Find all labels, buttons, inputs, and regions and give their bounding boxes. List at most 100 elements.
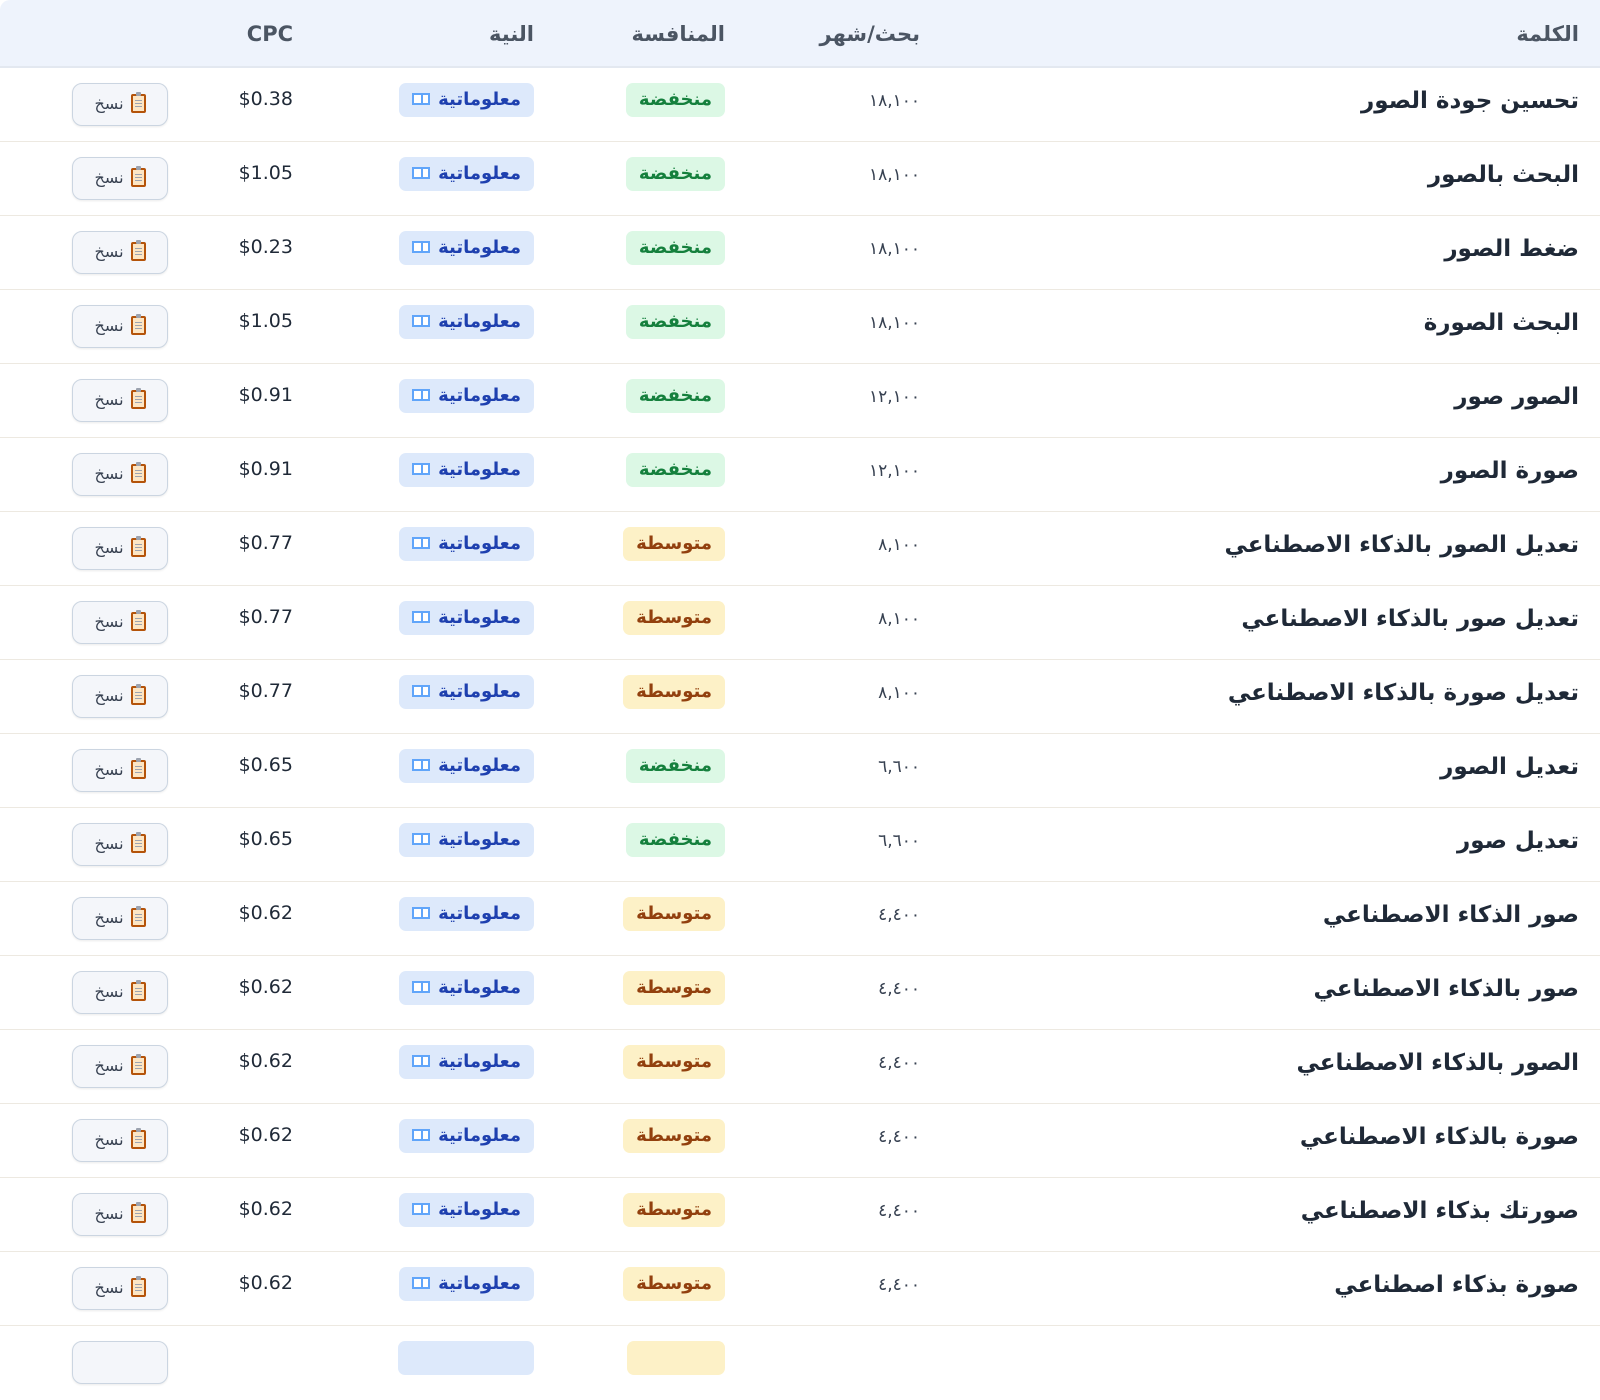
book-icon [412,463,431,475]
table-row: تعديل صور بالذكاء الاصطناعي ٨,١٠٠ متوسطة مع… [0,586,1600,660]
cpc-cell: $0.62 [238,1050,293,1072]
book-icon [412,93,431,105]
table-row: صورتك بذكاء الاصطناعي ٤,٤٠٠ متوسطة معلوماتي… [0,1178,1600,1252]
clipboard-icon [130,388,146,409]
copy-button[interactable]: نسخ [72,1119,168,1162]
competition-badge: متوسطة [623,1193,725,1227]
cpc-cell: $0.77 [238,680,293,702]
volume-cell: ٤,٤٠٠ [878,905,920,925]
clipboard-icon [130,166,146,187]
header-intent[interactable]: النية [489,0,534,68]
copy-button[interactable]: نسخ [72,675,168,718]
copy-button[interactable]: نسخ [72,749,168,792]
copy-button[interactable]: نسخ [72,823,168,866]
competition-badge: منخفضة [625,823,725,857]
intent-label: معلوماتية [438,1125,521,1146]
keyword-cell: تعديل صور بالذكاء الاصطناعي [1241,606,1579,632]
copy-button[interactable]: نسخ [72,527,168,570]
cpc-cell: $0.38 [238,88,293,110]
copy-button[interactable]: نسخ [72,305,168,348]
table-row: صورة الصور ١٢,١٠٠ منخفضة معلوماتية $0.91 نسخ [0,438,1600,512]
intent-badge: معلوماتية [399,83,534,117]
volume-cell: ١٨,١٠٠ [868,91,920,111]
copy-button[interactable]: نسخ [72,971,168,1014]
header-competition[interactable]: المنافسة [632,0,725,68]
copy-button[interactable]: نسخ [72,157,168,200]
volume-cell: ١٨,١٠٠ [868,239,920,259]
copy-label: نسخ [94,1278,124,1297]
copy-button[interactable]: نسخ [72,231,168,274]
table-row: صور بالذكاء الاصطناعي ٤,٤٠٠ متوسطة معلوماتي… [0,956,1600,1030]
clipboard-icon [130,906,146,927]
table-row: صور الذكاء الاصطناعي ٤,٤٠٠ متوسطة معلوماتية… [0,882,1600,956]
copy-label: نسخ [94,908,124,927]
cpc-cell: $0.91 [238,458,293,480]
copy-button[interactable]: نسخ [72,453,168,496]
clipboard-icon [130,1276,146,1297]
keyword-cell: الصور صور [1454,384,1579,410]
keyword-cell: تحسين جودة الصور [1361,88,1579,114]
intent-label: معلوماتية [438,977,521,998]
intent-badge: معلوماتية [399,231,534,265]
book-icon [412,759,431,771]
copy-button[interactable]: نسخ [72,83,168,126]
competition-badge: متوسطة [623,1045,725,1079]
intent-badge: معلوماتية [399,823,534,857]
header-volume[interactable]: بحث/شهر [820,0,921,68]
copy-button[interactable]: نسخ [72,1267,168,1310]
intent-label: معلوماتية [438,903,521,924]
clipboard-icon [130,314,146,335]
copy-button[interactable]: نسخ [72,379,168,422]
competition-badge: منخفضة [625,83,725,117]
competition-badge: متوسطة [623,971,725,1005]
table-row: تعديل صورة بالذكاء الاصطناعي ٨,١٠٠ متوسطة م… [0,660,1600,734]
volume-cell: ١٨,١٠٠ [868,313,920,333]
intent-badge: معلوماتية [399,305,534,339]
table-row: الصور بالذكاء الاصطناعي ٤,٤٠٠ متوسطة معلوما… [0,1030,1600,1104]
cpc-cell: $0.62 [238,1272,293,1294]
book-icon [412,537,431,549]
copy-label: نسخ [94,168,124,187]
intent-badge: معلوماتية [399,601,534,635]
clipboard-icon [130,92,146,113]
intent-label: معلوماتية [438,163,521,184]
intent-label: معلوماتية [438,681,521,702]
cpc-cell: $1.05 [238,162,293,184]
volume-cell: ٦,٦٠٠ [878,757,920,777]
competition-badge: متوسطة [623,1267,725,1301]
volume-cell: ٤,٤٠٠ [878,1201,920,1221]
table-row: تعديل الصور بالذكاء الاصطناعي ٨,١٠٠ متوسطة… [0,512,1600,586]
volume-cell: ٤,٤٠٠ [878,1127,920,1147]
keyword-cell: تعديل صورة بالذكاء الاصطناعي [1227,680,1579,706]
intent-badge: معلوماتية [399,897,534,931]
table-row-partial [0,1326,1600,1400]
book-icon [412,907,431,919]
volume-cell: ٨,١٠٠ [878,535,920,555]
cpc-cell: $0.23 [238,236,293,258]
copy-button[interactable]: نسخ [72,1193,168,1236]
intent-badge: معلوماتية [399,379,534,413]
clipboard-icon [130,1054,146,1075]
volume-cell: ١٢,١٠٠ [868,461,920,481]
intent-badge: معلوماتية [399,971,534,1005]
copy-button[interactable] [72,1341,168,1384]
intent-badge: معلوماتية [399,1119,534,1153]
header-keyword[interactable]: الكلمة [1516,0,1579,68]
intent-badge: معلوماتية [399,1193,534,1227]
copy-label: نسخ [94,538,124,557]
intent-label: معلوماتية [438,1051,521,1072]
clipboard-icon [130,610,146,631]
intent-badge: معلوماتية [399,453,534,487]
copy-label: نسخ [94,242,124,261]
intent-badge: معلوماتية [399,1045,534,1079]
table-row: تعديل الصور ٦,٦٠٠ منخفضة معلوماتية $0.65 نسخ [0,734,1600,808]
copy-button[interactable]: نسخ [72,897,168,940]
book-icon [412,1129,431,1141]
copy-button[interactable]: نسخ [72,1045,168,1088]
header-cpc[interactable]: CPC [247,0,293,68]
intent-label: معلوماتية [438,1273,521,1294]
volume-cell: ٤,٤٠٠ [878,1053,920,1073]
copy-label: نسخ [94,390,124,409]
clipboard-icon [130,980,146,1001]
copy-button[interactable]: نسخ [72,601,168,644]
